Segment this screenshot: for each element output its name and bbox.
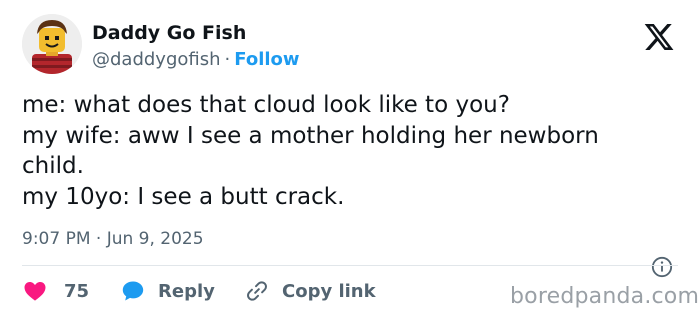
link-icon bbox=[247, 281, 267, 301]
reply-label: Reply bbox=[158, 280, 215, 302]
copy-link-label: Copy link bbox=[282, 280, 376, 302]
heart-icon bbox=[24, 282, 46, 301]
tweet-card: Daddy Go Fish @daddygofish · Follow me: wh… bbox=[0, 0, 700, 318]
author-handle[interactable]: @daddygofish bbox=[92, 49, 221, 70]
follow-button[interactable]: Follow bbox=[234, 49, 299, 70]
avatar[interactable] bbox=[22, 14, 82, 74]
info-icon[interactable] bbox=[651, 256, 673, 278]
tweet-text: me: what does that cloud look like to yo… bbox=[22, 90, 682, 212]
copy-link-button[interactable]: Copy link bbox=[244, 279, 376, 303]
speech-bubble-icon bbox=[122, 281, 144, 301]
tweet-timestamp[interactable]: 9:07 PM · Jun 9, 2025 bbox=[22, 229, 204, 249]
divider bbox=[22, 265, 678, 266]
handle-separator: · bbox=[224, 49, 231, 70]
tweet-text-line: me: what does that cloud look like to yo… bbox=[22, 92, 510, 118]
watermark: boredpanda.com bbox=[510, 284, 700, 309]
like-button[interactable]: 75 bbox=[22, 279, 89, 303]
tweet-text-line: my wife: aww I see a mother holding her … bbox=[22, 122, 599, 149]
tweet-text-line: my 10yo: I see a butt crack. bbox=[22, 183, 345, 210]
lego-minifigure-avatar bbox=[22, 14, 82, 74]
like-count: 75 bbox=[64, 280, 90, 302]
tweet-text-line: child. bbox=[22, 153, 84, 179]
x-logo-icon[interactable] bbox=[642, 21, 676, 53]
handle-row: @daddygofish · Follow bbox=[92, 49, 300, 70]
author-name[interactable]: Daddy Go Fish bbox=[92, 22, 246, 44]
reply-button[interactable]: Reply bbox=[120, 279, 215, 303]
